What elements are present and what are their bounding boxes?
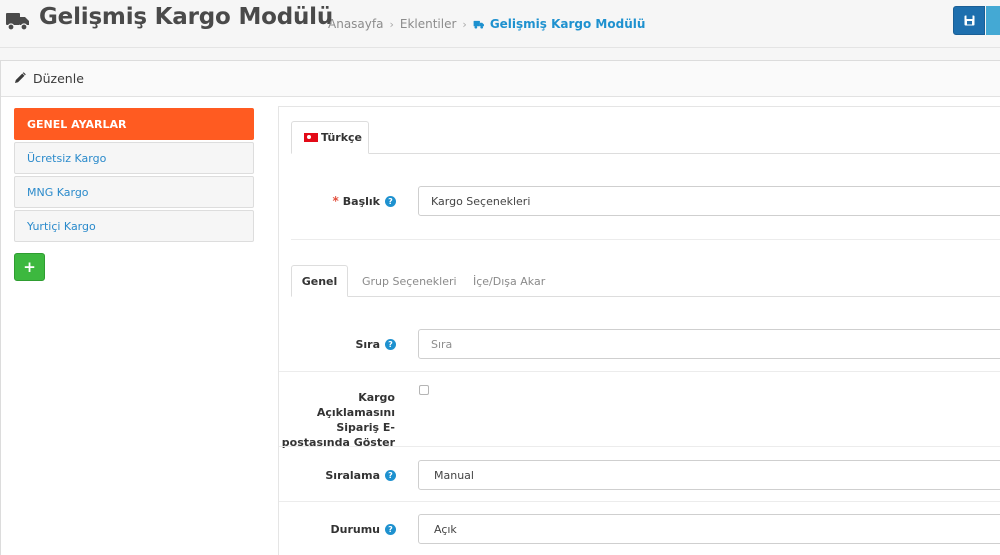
divider [291, 239, 1000, 240]
tab-turkish[interactable]: Türkçe [291, 121, 369, 154]
pencil-icon [15, 72, 26, 83]
save-icon [964, 15, 975, 26]
help-icon[interactable]: ? [385, 195, 396, 207]
breadcrumb-current[interactable]: Gelişmiş Kargo Modülü [473, 17, 646, 31]
cancel-button[interactable] [986, 6, 1000, 35]
language-tab-bar [291, 153, 1000, 154]
breadcrumb-extensions[interactable]: Eklentiler [400, 17, 457, 31]
page-title: Gelişmiş Kargo Modülü [39, 4, 334, 30]
sidebar-item-mng-kargo[interactable]: MNG Kargo [14, 176, 254, 208]
add-item-button[interactable]: + [14, 253, 45, 281]
divider [279, 446, 1000, 447]
sidebar-item-free-shipping[interactable]: Ücretsiz Kargo [14, 142, 254, 174]
show-description-checkbox[interactable] [419, 385, 429, 395]
breadcrumb-separator: › [389, 17, 394, 31]
breadcrumb-home[interactable]: Anasayfa [328, 17, 383, 31]
title-label: * Başlık ? [280, 186, 396, 216]
save-button[interactable] [953, 6, 985, 35]
page-header: Gelişmiş Kargo Modülü Anasayfa › Eklenti… [0, 0, 1000, 48]
truck-icon [6, 13, 29, 31]
breadcrumb: Anasayfa › Eklentiler › Gelişmiş Kargo M… [328, 17, 645, 31]
required-mark: * [332, 194, 339, 208]
show-description-label: Kargo Açıklamasını Sipariş E-postasında … [281, 391, 395, 449]
tab-import-export[interactable]: İçe/Dışa Akar [473, 265, 545, 297]
tab-group-options[interactable]: Grup Seçenekleri [362, 265, 457, 297]
tab-general[interactable]: Genel [291, 265, 348, 297]
title-label-text: Başlık [342, 194, 380, 208]
ordering-label: Sıralama ? [280, 460, 396, 490]
panel-heading: Düzenle [1, 61, 1000, 97]
help-icon[interactable]: ? [385, 469, 396, 481]
sort-label: Sıra ? [280, 329, 396, 359]
status-label: Durumu ? [280, 514, 396, 544]
title-input[interactable]: Kargo Seçenekleri [418, 186, 1000, 216]
sidebar-item-yurtici-kargo[interactable]: Yurtiçi Kargo [14, 210, 254, 242]
help-icon[interactable]: ? [385, 338, 396, 350]
help-icon[interactable]: ? [385, 523, 396, 535]
panel-title: Düzenle [33, 71, 84, 86]
status-select[interactable]: Açık [418, 514, 1000, 544]
sidebar-item-general-settings[interactable]: GENEL AYARLAR [14, 108, 254, 140]
breadcrumb-current-label: Gelişmiş Kargo Modülü [489, 17, 646, 31]
truck-icon [473, 20, 484, 29]
status-label-text: Durumu [330, 522, 380, 536]
turkey-flag-icon [304, 133, 318, 142]
tab-turkish-label: Türkçe [321, 131, 363, 144]
ordering-select[interactable]: Manual [418, 460, 1000, 490]
divider [279, 371, 1000, 372]
sort-label-text: Sıra [355, 337, 380, 351]
divider [279, 501, 1000, 502]
breadcrumb-separator: › [462, 17, 467, 31]
sort-input[interactable]: Sıra [418, 329, 1000, 359]
ordering-label-text: Sıralama [325, 468, 380, 482]
plus-icon: + [23, 258, 36, 276]
